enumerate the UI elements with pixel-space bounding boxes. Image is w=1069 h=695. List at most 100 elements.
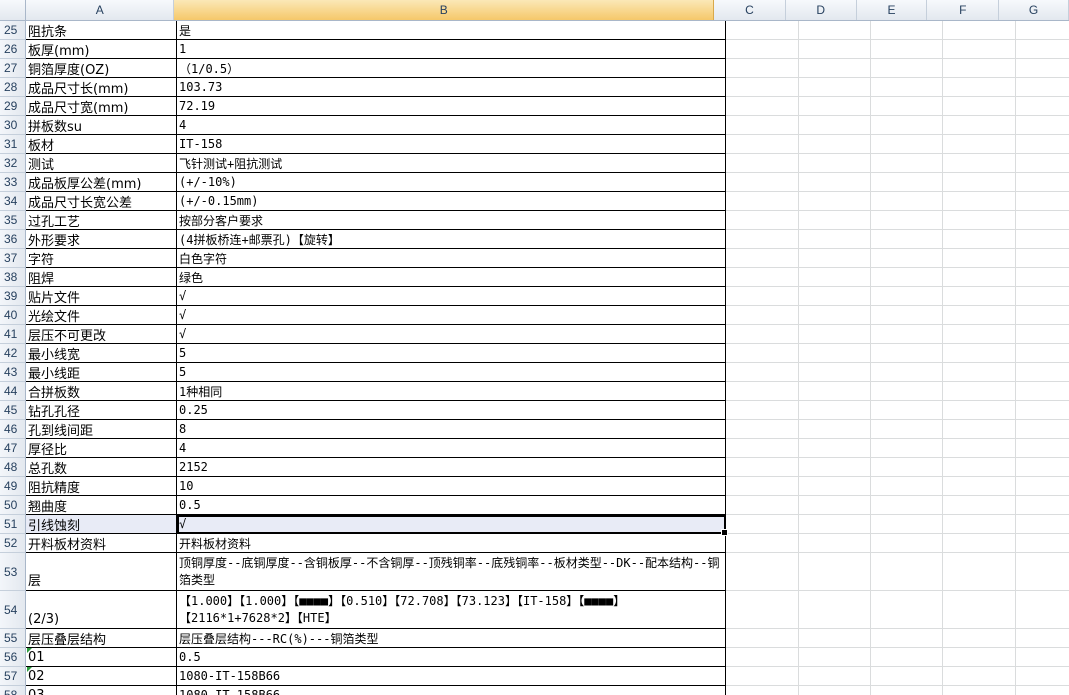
cell-a[interactable]: 阻抗精度 [26, 477, 177, 496]
cell-empty[interactable] [943, 458, 1016, 477]
cell-b[interactable]: 白色字符 [177, 249, 726, 268]
cell-empty[interactable] [943, 173, 1016, 192]
cell-empty[interactable] [871, 40, 943, 59]
cell-empty[interactable] [871, 515, 943, 534]
cell-empty[interactable] [1016, 667, 1069, 686]
cell-empty[interactable] [799, 629, 871, 648]
cell-empty[interactable] [799, 249, 871, 268]
cell-empty[interactable] [726, 230, 799, 249]
cell-b[interactable]: 1种相同 [177, 382, 726, 401]
cell-empty[interactable] [799, 382, 871, 401]
cell-empty[interactable] [871, 268, 943, 287]
cell-empty[interactable] [726, 97, 799, 116]
cell-empty[interactable] [726, 629, 799, 648]
cell-a[interactable]: 总孔数 [26, 458, 177, 477]
cell-a[interactable]: 引线蚀刻 [26, 515, 177, 534]
cell-a[interactable]: 板厚(mm) [26, 40, 177, 59]
cell-empty[interactable] [1016, 325, 1069, 344]
cell-empty[interactable] [726, 173, 799, 192]
cell-b[interactable]: 顶铜厚度--底铜厚度--含铜板厚--不含铜厚--顶残铜率--底残铜率--板材类型… [177, 553, 726, 591]
cell-empty[interactable] [1016, 344, 1069, 363]
cell-empty[interactable] [943, 648, 1016, 667]
cell-empty[interactable] [726, 534, 799, 553]
cell-a[interactable]: 光绘文件 [26, 306, 177, 325]
cell-empty[interactable] [726, 439, 799, 458]
cell-b[interactable]: 0.5 [177, 648, 726, 667]
cell-empty[interactable] [871, 496, 943, 515]
cell-empty[interactable] [726, 59, 799, 78]
cell-empty[interactable] [799, 515, 871, 534]
cell-empty[interactable] [871, 667, 943, 686]
cell-empty[interactable] [726, 591, 799, 629]
cell-empty[interactable] [726, 477, 799, 496]
cell-empty[interactable] [799, 192, 871, 211]
cell-empty[interactable] [871, 439, 943, 458]
cell-a[interactable]: 铜箔厚度(OZ) [26, 59, 177, 78]
cell-empty[interactable] [943, 439, 1016, 458]
cell-empty[interactable] [943, 553, 1016, 591]
cell-empty[interactable] [1016, 591, 1069, 629]
cell-empty[interactable] [943, 401, 1016, 420]
cell-b[interactable]: 开料板材资料 [177, 534, 726, 553]
cell-empty[interactable] [871, 344, 943, 363]
cell-a[interactable]: 拼板数su [26, 116, 177, 135]
cell-b[interactable]: （1/0.5） [177, 59, 726, 78]
row-header[interactable]: 57 [0, 667, 26, 686]
row-header[interactable]: 28 [0, 78, 26, 97]
cell-b[interactable]: 4 [177, 439, 726, 458]
cell-empty[interactable] [726, 192, 799, 211]
row-header[interactable]: 56 [0, 648, 26, 667]
cell-empty[interactable] [799, 268, 871, 287]
cell-a[interactable]: 孔到线间距 [26, 420, 177, 439]
row-header[interactable]: 26 [0, 40, 26, 59]
cell-empty[interactable] [943, 382, 1016, 401]
cell-b[interactable]: 绿色 [177, 268, 726, 287]
column-header-f[interactable]: F [927, 0, 1000, 20]
row-header[interactable]: 44 [0, 382, 26, 401]
row-header[interactable]: 49 [0, 477, 26, 496]
cell-empty[interactable] [943, 477, 1016, 496]
cell-empty[interactable] [871, 97, 943, 116]
row-header[interactable]: 31 [0, 135, 26, 154]
cell-empty[interactable] [799, 325, 871, 344]
cell-b[interactable]: √ [177, 325, 726, 344]
cell-b[interactable]: 8 [177, 420, 726, 439]
cell-b[interactable]: 飞针测试+阻抗测试 [177, 154, 726, 173]
cell-a[interactable]: 钻孔孔径 [26, 401, 177, 420]
cell-empty[interactable] [1016, 458, 1069, 477]
cell-b[interactable]: 0.25 [177, 401, 726, 420]
cell-empty[interactable] [1016, 116, 1069, 135]
cell-a[interactable]: 贴片文件 [26, 287, 177, 306]
cell-empty[interactable] [1016, 553, 1069, 591]
cell-empty[interactable] [799, 477, 871, 496]
cell-empty[interactable] [726, 496, 799, 515]
cell-b[interactable]: 0.5 [177, 496, 726, 515]
cell-empty[interactable] [871, 211, 943, 230]
cell-empty[interactable] [943, 268, 1016, 287]
row-header[interactable]: 37 [0, 249, 26, 268]
row-header[interactable]: 34 [0, 192, 26, 211]
cell-empty[interactable] [799, 21, 871, 40]
cell-a[interactable]: 阻焊 [26, 268, 177, 287]
cell-empty[interactable] [726, 78, 799, 97]
cell-empty[interactable] [799, 306, 871, 325]
cell-empty[interactable] [726, 249, 799, 268]
cell-empty[interactable] [871, 534, 943, 553]
cell-a[interactable]: 开料板材资料 [26, 534, 177, 553]
cell-empty[interactable] [726, 667, 799, 686]
cell-empty[interactable] [871, 629, 943, 648]
cell-empty[interactable] [943, 249, 1016, 268]
row-header[interactable]: 39 [0, 287, 26, 306]
cell-empty[interactable] [1016, 249, 1069, 268]
cell-b[interactable]: 1080-IT-158B66 [177, 686, 726, 695]
cell-empty[interactable] [799, 496, 871, 515]
cell-empty[interactable] [871, 325, 943, 344]
row-header[interactable]: 29 [0, 97, 26, 116]
cell-empty[interactable] [726, 211, 799, 230]
cell-empty[interactable] [1016, 154, 1069, 173]
cell-empty[interactable] [799, 287, 871, 306]
cell-empty[interactable] [871, 116, 943, 135]
cell-empty[interactable] [943, 496, 1016, 515]
row-header[interactable]: 51 [0, 515, 26, 534]
cell-empty[interactable] [799, 116, 871, 135]
